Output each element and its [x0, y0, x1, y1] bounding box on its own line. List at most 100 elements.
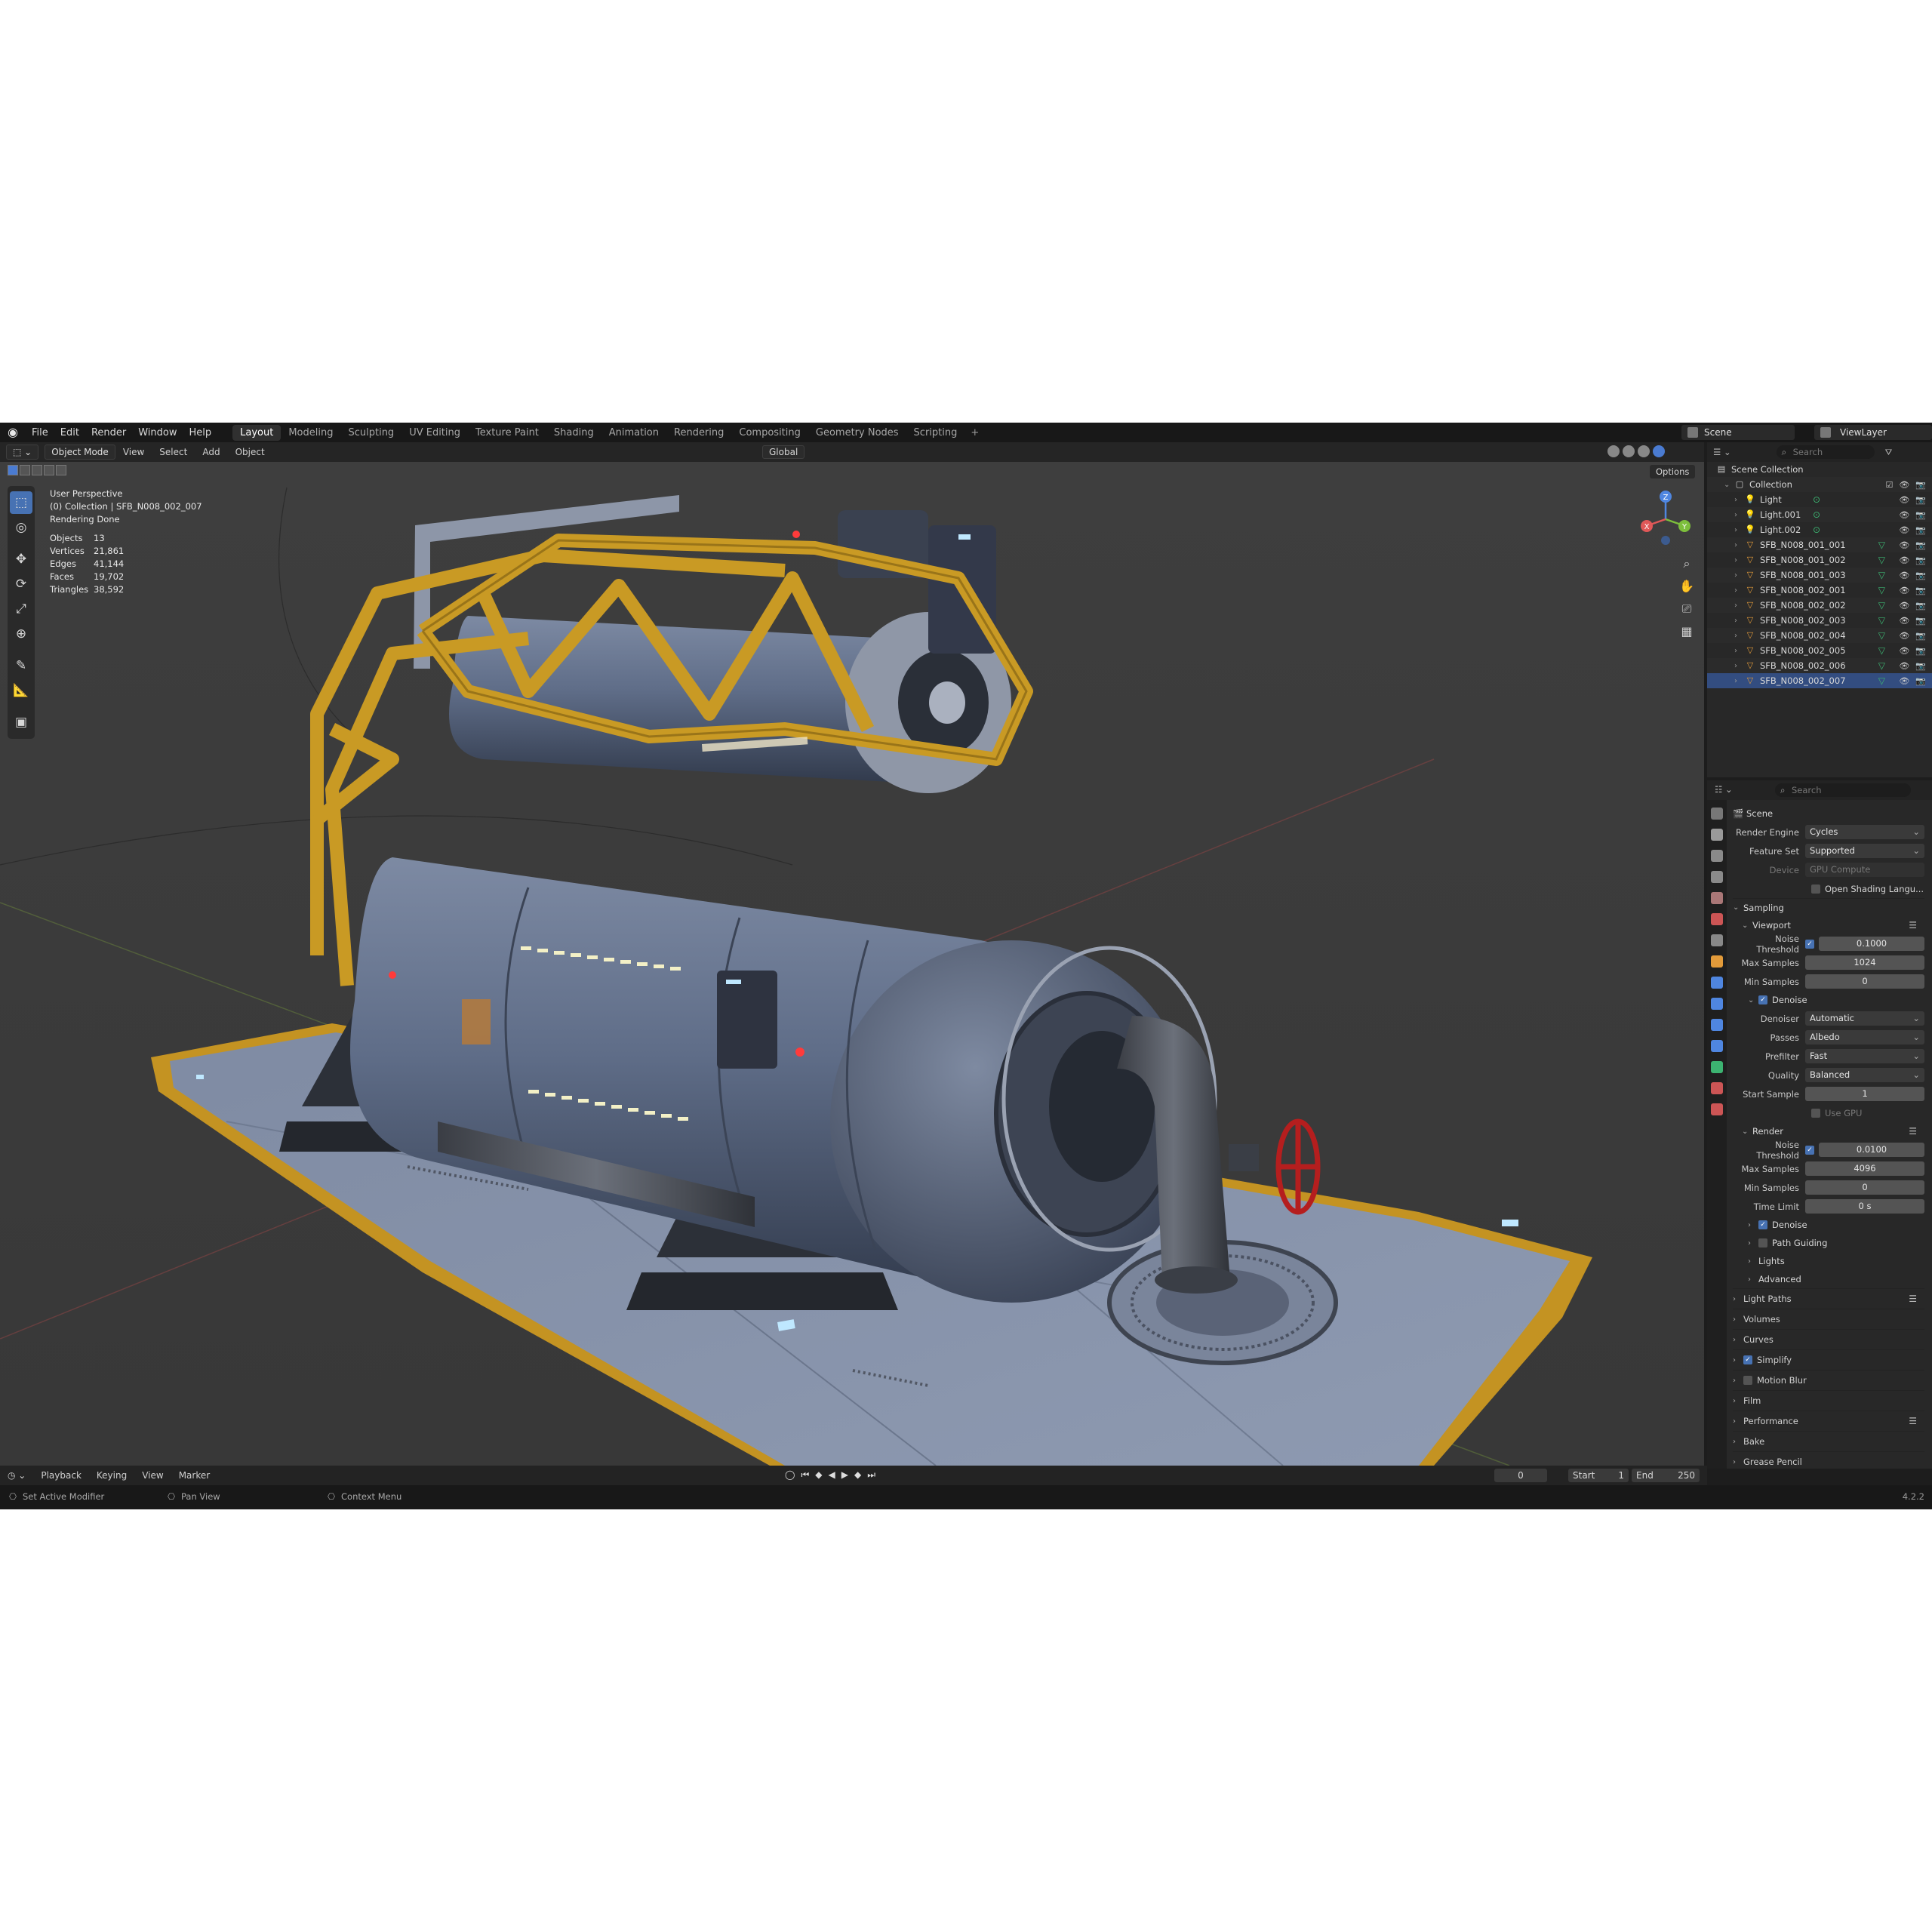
expand-arrow-icon[interactable]: › [1734, 511, 1743, 519]
vp-max-samples-field[interactable]: 1024 [1805, 955, 1924, 970]
presets-list-icon[interactable]: ☰ [1909, 1126, 1917, 1137]
expand-arrow-icon[interactable]: › [1734, 556, 1743, 565]
viewport-menu-object[interactable]: Object [228, 447, 272, 457]
camera-icon[interactable]: 📷 [1915, 571, 1926, 580]
tab-scripting[interactable]: Scripting [906, 425, 965, 441]
view-layer-selector[interactable]: ViewLayer [1814, 425, 1932, 440]
timeline-menu-marker[interactable]: Marker [171, 1470, 217, 1481]
tab-layout[interactable]: Layout [232, 424, 281, 441]
expand-arrow-icon[interactable]: › [1734, 677, 1743, 685]
collection-tab-icon[interactable] [1711, 934, 1723, 946]
transform-tool-icon[interactable]: ⊕ [10, 623, 32, 645]
editor-type-dropdown[interactable]: ⬚ ⌄ [6, 445, 39, 460]
noise-threshold-checkbox[interactable]: ✓ [1805, 1145, 1814, 1155]
zoom-icon[interactable]: ⌕ [1677, 554, 1697, 574]
scale-tool-icon[interactable]: ⤢ [10, 598, 32, 620]
outliner-item[interactable]: › ▽ SFB_N008_002_001 ▽ 👁 📷 [1707, 583, 1932, 598]
noise-threshold-checkbox[interactable]: ✓ [1805, 939, 1814, 949]
start-frame-field[interactable]: Start 1 [1568, 1469, 1629, 1482]
r-noise-threshold-field[interactable]: 0.0100 [1819, 1143, 1924, 1157]
lights-subpanel[interactable]: › Lights [1733, 1252, 1924, 1270]
checkbox-icon[interactable]: ☑ [1885, 480, 1893, 490]
select-subtract-icon[interactable] [32, 465, 42, 475]
path-guiding-subpanel[interactable]: › Path Guiding [1733, 1234, 1924, 1252]
feature-set-dropdown[interactable]: Supported [1805, 844, 1924, 858]
device-dropdown[interactable]: GPU Compute [1805, 863, 1924, 877]
outliner-item[interactable]: › 💡 Light.002 ⊙ 👁 📷 [1707, 522, 1932, 537]
motion-blur-checkbox[interactable] [1743, 1376, 1752, 1385]
outliner-search-input[interactable]: Search [1776, 445, 1875, 459]
presets-list-icon[interactable]: ☰ [1909, 1416, 1917, 1426]
add-workspace-icon[interactable]: + [964, 427, 985, 438]
collapsed-panel[interactable]: › Volumes [1733, 1309, 1924, 1329]
camera-icon[interactable]: 📷 [1915, 646, 1926, 656]
r-denoise-checkbox[interactable]: ✓ [1758, 1220, 1767, 1229]
tab-rendering[interactable]: Rendering [666, 425, 731, 441]
outliner-item[interactable]: › ▽ SFB_N008_002_006 ▽ 👁 📷 [1707, 658, 1932, 673]
select-intersect-icon[interactable] [56, 465, 66, 475]
move-tool-icon[interactable]: ✥ [10, 548, 32, 571]
eye-icon[interactable]: 👁 [1899, 616, 1909, 626]
timeline-menu-playback[interactable]: Playback [33, 1470, 89, 1481]
world-tab-icon[interactable] [1711, 913, 1723, 925]
camera-icon[interactable]: 📷 [1915, 510, 1926, 520]
collapsed-panel[interactable]: › Curves [1733, 1329, 1924, 1349]
eye-icon[interactable]: 👁 [1899, 661, 1909, 671]
next-keyframe-icon[interactable]: ◆ [854, 1469, 861, 1481]
material-shading-icon[interactable] [1638, 445, 1650, 457]
collapsed-panel[interactable]: › Motion Blur [1733, 1370, 1924, 1390]
outliner-item[interactable]: › ▽ SFB_N008_001_001 ▽ 👁 📷 [1707, 537, 1932, 552]
menu-help[interactable]: Help [183, 427, 218, 438]
view-layer-tab-icon[interactable] [1711, 871, 1723, 883]
r-max-samples-field[interactable]: 4096 [1805, 1161, 1924, 1176]
eye-icon[interactable]: 👁 [1899, 510, 1909, 520]
prev-keyframe-icon[interactable]: ◆ [815, 1469, 822, 1481]
material-tab-icon[interactable] [1711, 1082, 1723, 1094]
presets-list-icon[interactable]: ☰ [1909, 920, 1917, 931]
timeline-menu-keying[interactable]: Keying [89, 1470, 134, 1481]
collapsed-panel[interactable]: › ✓ Simplify [1733, 1349, 1924, 1370]
viewport-subpanel-header[interactable]: ⌄ Viewport ☰ [1733, 916, 1924, 934]
tab-compositing[interactable]: Compositing [731, 425, 808, 441]
outliner-item[interactable]: › ▽ SFB_N008_002_004 ▽ 👁 📷 [1707, 628, 1932, 643]
prefilter-dropdown[interactable]: Fast [1805, 1049, 1924, 1063]
render-tab-icon[interactable] [1711, 829, 1723, 841]
play-icon[interactable]: ▶ [841, 1469, 848, 1481]
jump-end-icon[interactable]: ⏭ [867, 1469, 875, 1481]
expand-arrow-icon[interactable]: › [1734, 617, 1743, 625]
blender-logo-icon[interactable]: ◉ [5, 424, 21, 441]
collapsed-panel[interactable]: › Film [1733, 1390, 1924, 1411]
eye-icon[interactable]: 👁 [1899, 631, 1909, 641]
outliner-item[interactable]: › 💡 Light.001 ⊙ 👁 📷 [1707, 507, 1932, 522]
camera-icon[interactable]: 📷 [1915, 540, 1926, 550]
expand-arrow-icon[interactable]: › [1734, 632, 1743, 640]
outliner-editor-icon[interactable]: ☰ ⌄ [1713, 447, 1731, 457]
tree-collection[interactable]: ⌄ ▢ Collection ☑ 👁 📷 [1707, 477, 1932, 492]
outliner-item[interactable]: › ▽ SFB_N008_001_002 ▽ 👁 📷 [1707, 552, 1932, 568]
expand-arrow-icon[interactable]: › [1734, 541, 1743, 549]
outliner-item[interactable]: › 💡 Light ⊙ 👁 📷 [1707, 492, 1932, 507]
tree-scene-collection[interactable]: ▤ Scene Collection [1707, 462, 1932, 477]
expand-arrow-icon[interactable]: › [1734, 496, 1743, 504]
object-tab-icon[interactable] [1711, 955, 1723, 968]
eye-icon[interactable]: 👁 [1899, 676, 1909, 686]
advanced-subpanel[interactable]: › Advanced [1733, 1270, 1924, 1288]
expand-arrow-icon[interactable]: › [1734, 662, 1743, 670]
menu-edit[interactable]: Edit [54, 427, 85, 438]
options-dropdown[interactable]: Options [1650, 465, 1696, 478]
annotate-tool-icon[interactable]: ✎ [10, 654, 32, 677]
camera-icon[interactable]: 📷 [1915, 480, 1926, 490]
outliner-item[interactable]: › ▽ SFB_N008_002_007 ▽ 👁 📷 [1707, 673, 1932, 688]
eye-icon[interactable]: 👁 [1899, 495, 1909, 505]
camera-view-icon[interactable]: ⎚ [1677, 599, 1697, 619]
properties-search-input[interactable]: Search [1775, 783, 1911, 797]
collapsed-panel[interactable]: › Performance ☰ [1733, 1411, 1924, 1431]
eye-icon[interactable]: 👁 [1899, 540, 1909, 550]
use-gpu-checkbox[interactable] [1811, 1108, 1820, 1118]
presets-list-icon[interactable]: ☰ [1909, 1294, 1917, 1304]
collapsed-panel[interactable]: › Light Paths ☰ [1733, 1288, 1924, 1309]
viewport-menu-select[interactable]: Select [152, 447, 195, 457]
filter-icon[interactable]: ⛛ [1885, 447, 1893, 458]
select-new-icon[interactable] [8, 465, 18, 475]
end-frame-field[interactable]: End 250 [1632, 1469, 1700, 1482]
